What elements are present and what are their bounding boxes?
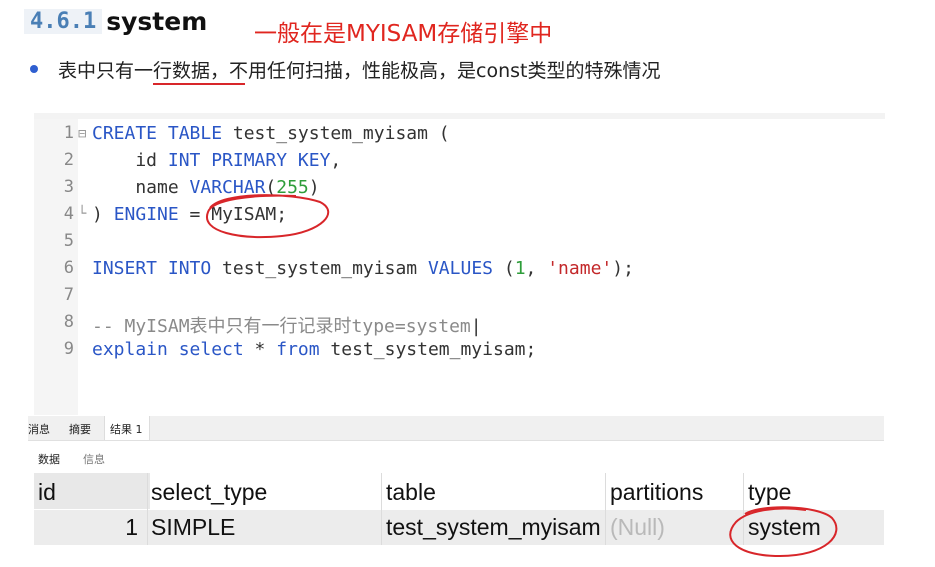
section-number: 4.6.1: [24, 8, 103, 34]
cell-table[interactable]: test_system_myisam: [386, 510, 600, 545]
handwritten-note: 一般在是MYISAM存储引擎中: [254, 21, 553, 47]
line-number: 6: [63, 258, 74, 278]
subtab-info[interactable]: 信息: [83, 451, 105, 467]
code-text: = MyISAM;: [178, 204, 288, 225]
code-text: ): [308, 177, 320, 198]
code-line-1[interactable]: CREATE TABLE test_system_myisam (: [92, 123, 450, 144]
code-text: (: [265, 177, 277, 198]
cell-id[interactable]: 1: [34, 510, 138, 545]
column-header-partitions[interactable]: partitions: [610, 473, 740, 509]
code-text: );: [612, 258, 634, 279]
code-line-4[interactable]: ) ENGINE = MyISAM;: [92, 204, 287, 225]
line-number: 7: [63, 285, 74, 305]
code-keyword: ENGINE: [113, 204, 179, 225]
code-text: (: [493, 258, 515, 279]
line-number-gutter: 1 2 3 4 5 6 7 8 9: [34, 119, 78, 415]
code-keyword: CREATE TABLE: [92, 123, 223, 144]
code-number: 255: [276, 177, 309, 198]
tab-messages[interactable]: 消息: [28, 421, 50, 437]
column-header-table[interactable]: table: [386, 473, 601, 509]
code-text: id: [92, 150, 168, 171]
line-number: 4: [63, 204, 74, 224]
line-number: 5: [63, 231, 74, 251]
cell-select-type[interactable]: SIMPLE: [151, 510, 379, 545]
tab-result-1[interactable]: 结果 1: [110, 421, 143, 437]
code-keyword: VALUES: [427, 258, 493, 279]
code-line-6[interactable]: INSERT INTO test_system_myisam VALUES (1…: [92, 258, 634, 279]
code-keyword: explain select: [92, 339, 244, 360]
code-text: test_system_myisam (: [222, 123, 450, 144]
underline-annotation: [153, 83, 245, 85]
code-line-2[interactable]: id INT PRIMARY KEY,: [92, 150, 341, 171]
code-text: test_system_myisam;: [319, 339, 537, 360]
code-keyword: INSERT INTO: [92, 258, 212, 279]
cell-partitions[interactable]: (Null): [610, 510, 740, 545]
code-text: *: [243, 339, 277, 360]
code-keyword: VARCHAR: [189, 177, 266, 198]
result-tabs: 消息 摘要 结果 1: [28, 416, 884, 441]
subtab-data[interactable]: 数据: [38, 451, 60, 467]
bullet-icon: [30, 65, 38, 73]
section-title: system: [106, 6, 208, 36]
cell-type[interactable]: system: [748, 510, 878, 545]
section-heading: 4.6.1 system: [24, 4, 207, 38]
fold-end-icon: └: [78, 206, 87, 222]
sql-editor[interactable]: 1 2 3 4 5 6 7 8 9 ⊟ └ CREATE TABLE test_…: [34, 113, 885, 415]
code-keyword: INT PRIMARY KEY: [167, 150, 331, 171]
line-number: 8: [63, 312, 74, 332]
line-number: 9: [63, 339, 74, 359]
bullet-text: 表中只有一行数据，不用任何扫描，性能极高，是const类型的特殊情况: [58, 60, 661, 82]
code-comment: -- MyISAM表中只有一行记录时type=system: [92, 316, 471, 337]
code-text: ): [92, 204, 114, 225]
code-text: ,: [330, 150, 342, 171]
code-line-8[interactable]: -- MyISAM表中只有一行记录时type=system|: [92, 312, 482, 338]
column-header-type[interactable]: type: [748, 473, 878, 509]
result-subtabs: 数据 信息: [28, 448, 884, 470]
tab-summary[interactable]: 摘要: [69, 421, 91, 437]
code-line-3[interactable]: name VARCHAR(255): [92, 177, 320, 198]
code-text: name: [92, 177, 190, 198]
code-line-9[interactable]: explain select * from test_system_myisam…: [92, 339, 536, 360]
code-string: 'name': [547, 258, 613, 279]
line-number: 3: [63, 177, 74, 197]
code-text: ,: [525, 258, 548, 279]
code-number: 1: [514, 258, 526, 279]
line-number: 1: [63, 123, 74, 143]
column-header-id[interactable]: id: [34, 473, 150, 509]
fold-toggle-icon[interactable]: ⊟: [78, 126, 86, 142]
code-text: test_system_myisam: [211, 258, 428, 279]
line-number: 2: [63, 150, 74, 170]
result-grid: id select_type table partitions type 1 S…: [34, 473, 884, 545]
code-keyword: from: [276, 339, 320, 360]
column-header-select-type[interactable]: select_type: [151, 473, 379, 509]
